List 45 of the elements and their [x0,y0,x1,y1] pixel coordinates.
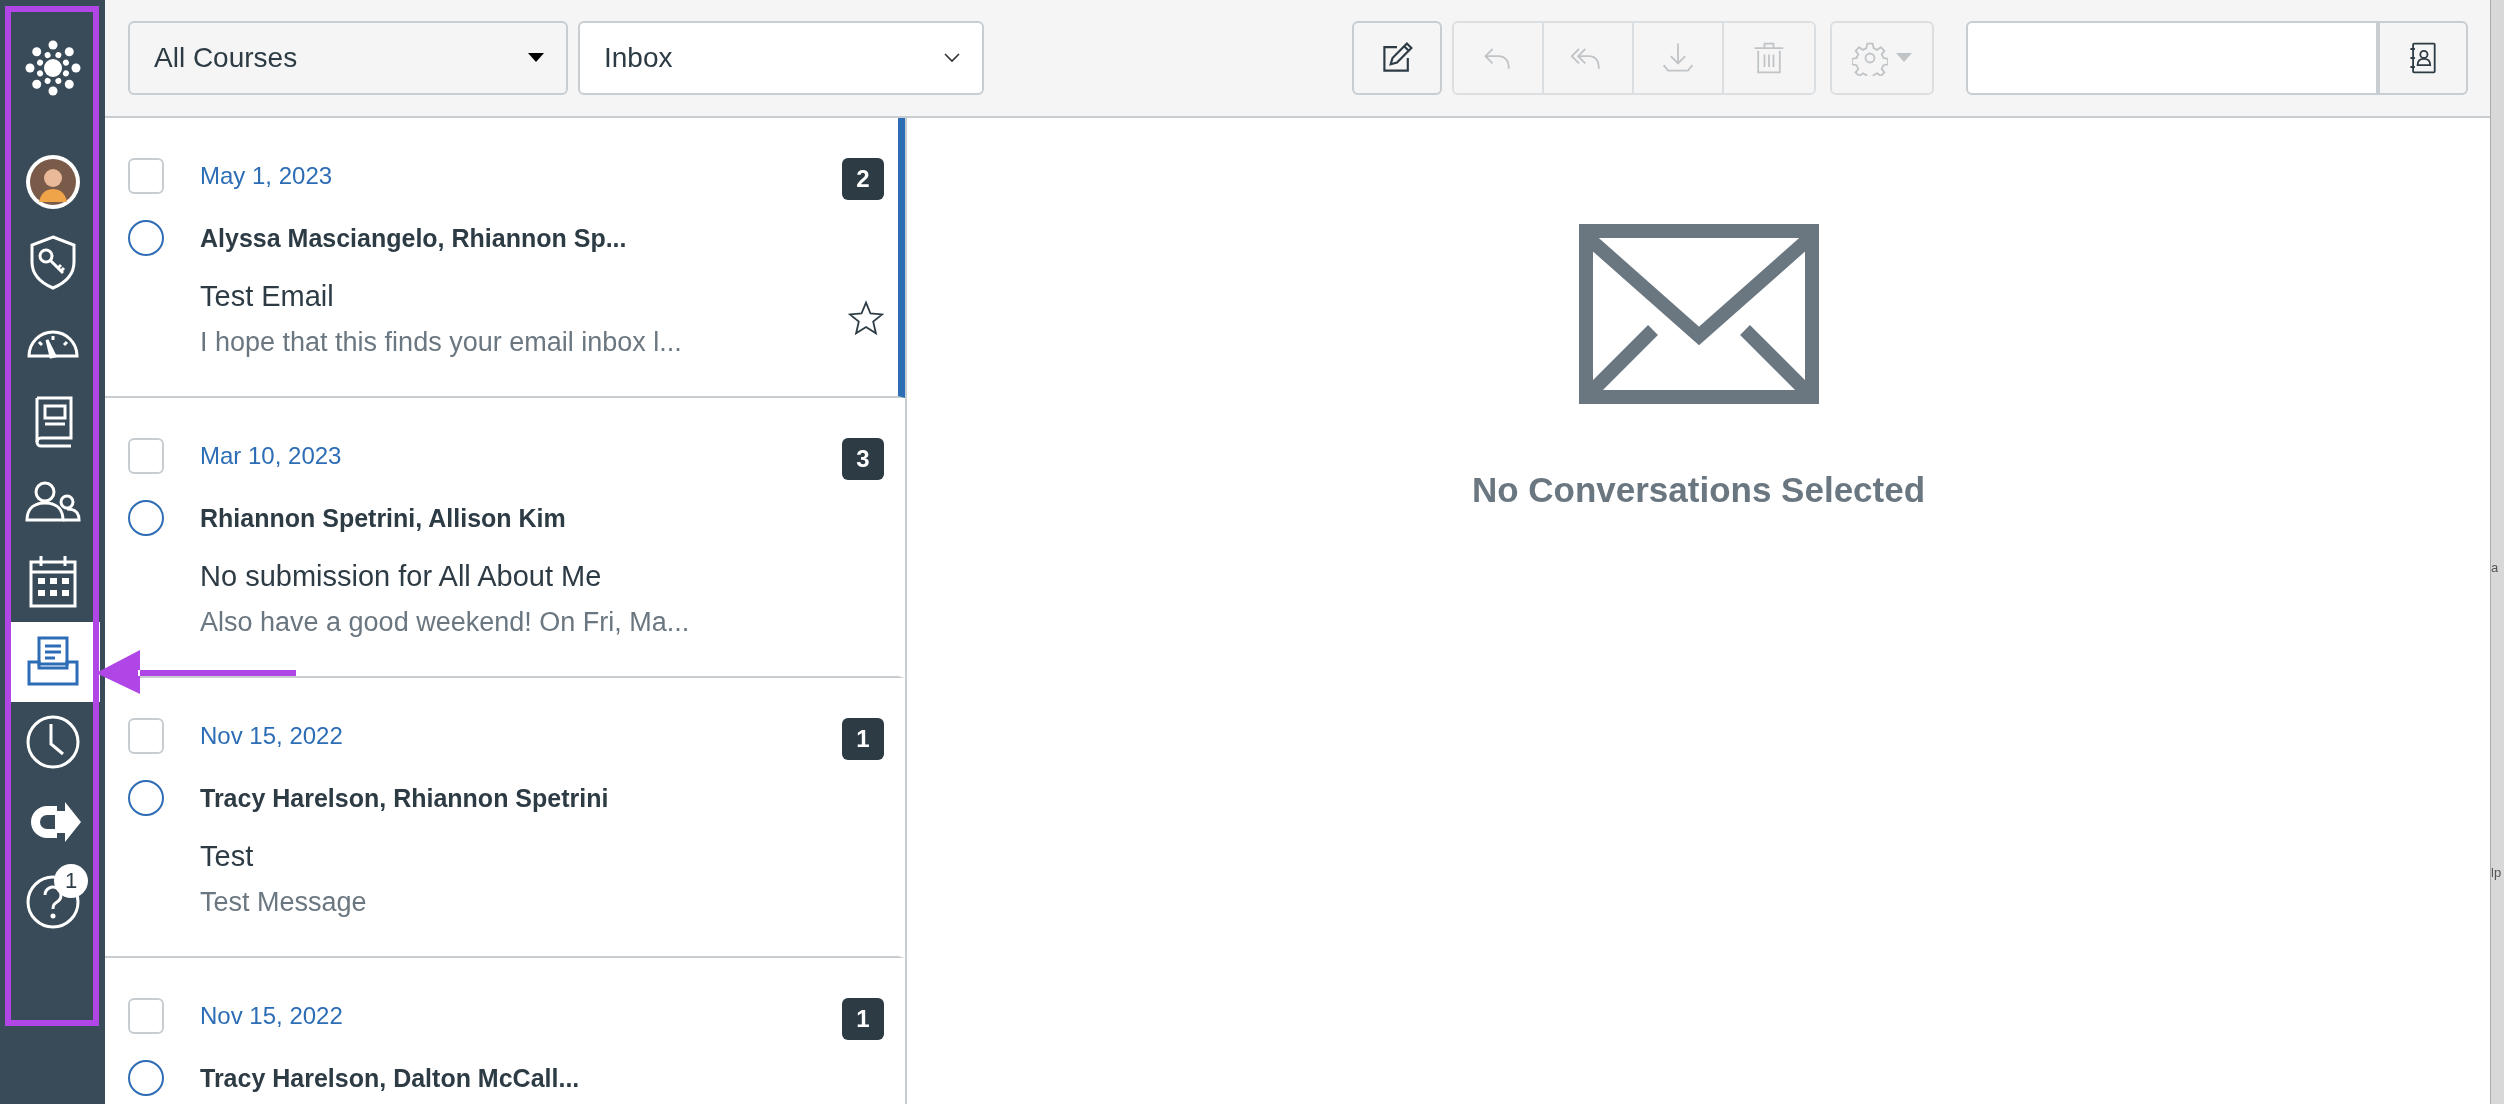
conversation-item[interactable]: Nov 15, 2022 Tracy Harelson, Dalton McCall... 1 [105,958,905,1104]
course-filter-dropdown[interactable]: All Courses [128,21,568,95]
select-checkbox[interactable] [128,998,164,1034]
address-book-button[interactable] [2378,21,2468,95]
read-status-toggle[interactable] [128,220,164,256]
message-subject: Test [200,839,255,874]
message-count-badge: 1 [842,718,884,760]
read-status-toggle[interactable] [128,780,164,816]
compose-button[interactable] [1352,21,1442,95]
message-preview: Also have a good weekend! On Fri, Ma... [200,606,691,639]
conversation-item[interactable]: May 1, 2023 Alyssa Masciangelo, Rhiannon Sp... Test Email I hope that this finds your email inbox l... 2 [105,118,905,398]
cut-off-text: lp [2491,865,2502,880]
message-date: Nov 15, 2022 [200,721,344,751]
caret-icon [1896,53,1912,63]
select-checkbox[interactable] [128,158,164,194]
participants: Rhiannon Spetrini, Allison Kim [200,503,567,534]
conversation-item[interactable]: Nov 15, 2022 Tracy Harelson, Rhiannon Spetrini Test Test Message 1 [105,678,905,958]
message-count-badge: 2 [842,158,884,200]
star-icon[interactable] [848,300,884,336]
message-date: May 1, 2023 [200,161,334,191]
help-nav-item[interactable]: 1 [5,862,100,942]
caret-icon [528,53,544,63]
empty-state-text: No Conversations Selected [1471,470,1926,510]
message-date: Mar 10, 2023 [200,441,343,471]
message-subject: No submission for All About Me [200,559,603,594]
message-date: Nov 15, 2022 [200,1001,344,1031]
notification-badge: 1 [54,864,88,898]
search-field[interactable] [1966,21,2378,95]
settings-icon [1852,40,1888,76]
envelope-icon [1578,224,1819,404]
mailbox-dropdown[interactable]: Inbox [578,21,984,95]
message-preview: Test Message [200,886,368,919]
message-subject: Test Email [200,279,335,314]
select-checkbox[interactable] [128,718,164,754]
read-status-toggle[interactable] [128,1060,164,1096]
participants: Tracy Harelson, Rhiannon Spetrini [200,783,610,814]
participants: Alyssa Masciangelo, Rhiannon Sp... [200,223,628,254]
read-status-toggle[interactable] [128,500,164,536]
message-preview: I hope that this finds your email inbox l... [200,326,683,359]
cut-off-text: a [2491,560,2499,575]
participants: Tracy Harelson, Dalton McCall... [200,1063,581,1094]
message-count-badge: 3 [842,438,884,480]
message-count-badge: 1 [842,998,884,1040]
chevron-icon [944,53,960,63]
select-checkbox[interactable] [128,438,164,474]
